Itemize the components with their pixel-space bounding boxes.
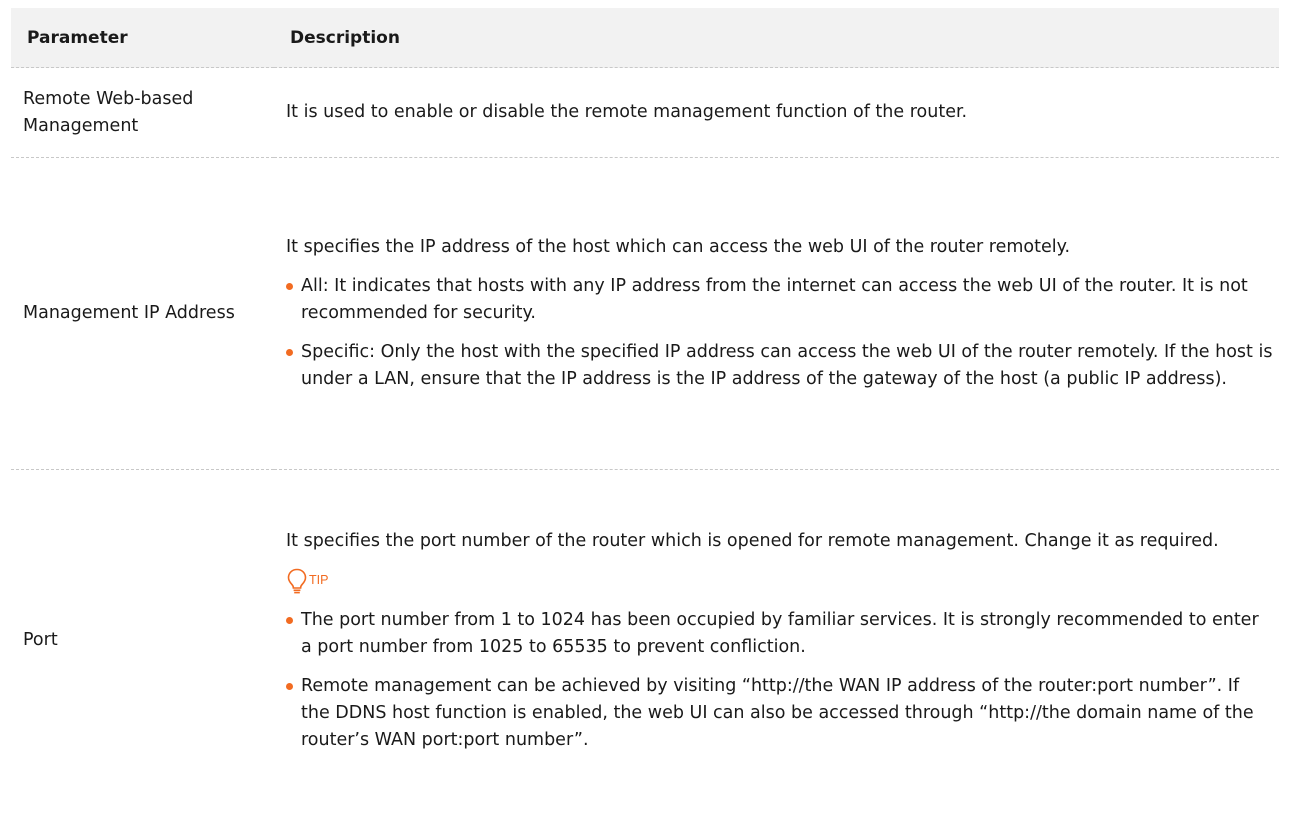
desc-cell: It is used to enable or disable the remo… xyxy=(274,67,1279,158)
bullet-list: The port number from 1 to 1024 has been … xyxy=(286,607,1273,754)
bullet-list: All: It indicates that hosts with any IP… xyxy=(286,273,1273,393)
param-cell: Port xyxy=(23,630,58,651)
bullet-dot-icon xyxy=(286,616,293,624)
list-item-text: All: It indicates that hosts with any IP… xyxy=(301,276,1248,323)
tip-label: TIP xyxy=(309,572,329,587)
header-parameter: Parameter xyxy=(11,8,274,68)
tip-heading: TIP xyxy=(286,563,1273,595)
table-row: Management IP Address It specifies the I… xyxy=(11,157,1279,470)
description-text: It is used to enable or disable the remo… xyxy=(286,102,968,122)
description-text: It specifies the IP address of the host … xyxy=(286,237,1071,257)
bullet-dot-icon xyxy=(286,682,293,690)
description-text: It specifies the port number of the rout… xyxy=(286,530,1219,551)
list-item: Remote management can be achieved by vis… xyxy=(286,673,1273,754)
list-item: Specific: Only the host with the specifi… xyxy=(286,339,1273,393)
bullet-dot-icon xyxy=(286,349,293,356)
table-row: Port It specifies the port number of the… xyxy=(11,470,1279,812)
list-item: The port number from 1 to 1024 has been … xyxy=(286,607,1273,661)
list-item: All: It indicates that hosts with any IP… xyxy=(286,273,1273,327)
desc-cell: It specifies the IP address of the host … xyxy=(274,157,1279,470)
param-cell: Management IP Address xyxy=(11,157,274,470)
table-header-row: Parameter Description xyxy=(11,8,1279,68)
list-item-text: Specific: Only the host with the specifi… xyxy=(301,342,1273,389)
param-cell: Remote Web-based Management xyxy=(11,67,274,158)
bullet-dot-icon xyxy=(286,283,293,290)
header-description: Description xyxy=(274,8,1279,68)
parameter-table: Parameter Description Remote Web-based M… xyxy=(11,8,1279,812)
desc-cell: It specifies the port number of the rout… xyxy=(274,470,1279,812)
table-row: Remote Web-based Management It is used t… xyxy=(11,67,1279,158)
list-item-text: Remote management can be achieved by vis… xyxy=(301,675,1254,750)
list-item-text: The port number from 1 to 1024 has been … xyxy=(301,609,1259,657)
lightbulb-icon xyxy=(287,568,307,594)
